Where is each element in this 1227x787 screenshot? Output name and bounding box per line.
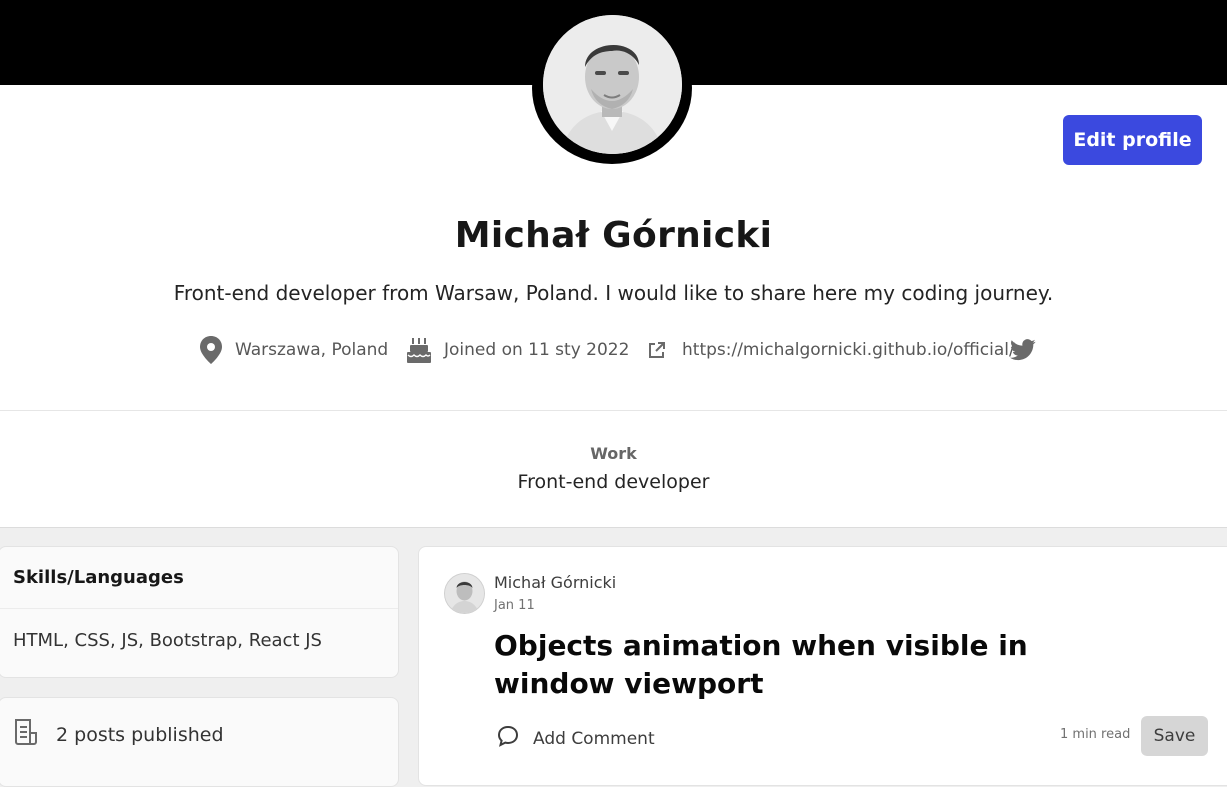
posts-published-text: 2 posts published	[56, 723, 224, 746]
profile-avatar	[543, 15, 682, 154]
stats-card: 2 posts published	[0, 697, 399, 787]
website-link[interactable]: https://michalgornicki.github.io/officia…	[682, 340, 1015, 360]
external-link-icon	[648, 341, 666, 359]
skills-title: Skills/Languages	[0, 547, 398, 609]
read-time: 1 min read	[1060, 727, 1131, 742]
meta-joined: Joined on 11 sty 2022	[406, 335, 629, 365]
location-pin-icon	[199, 335, 223, 365]
edit-profile-button[interactable]: Edit profile	[1063, 115, 1202, 165]
add-comment-label[interactable]: Add Comment	[533, 729, 655, 749]
twitter-icon[interactable]	[1010, 339, 1036, 361]
skills-card: Skills/Languages HTML, CSS, JS, Bootstra…	[0, 546, 399, 678]
save-button[interactable]: Save	[1141, 716, 1208, 756]
comment-bubble-icon	[496, 724, 520, 753]
work-value: Front-end developer	[517, 471, 710, 493]
skills-value: HTML, CSS, JS, Bootstrap, React JS	[13, 630, 322, 651]
post-date: Jan 11	[494, 598, 535, 613]
post-author-avatar[interactable]	[445, 574, 484, 613]
post-document-icon	[13, 718, 39, 751]
joined-text: Joined on 11 sty 2022	[444, 340, 630, 360]
post-author-name[interactable]: Michał Górnicki	[494, 573, 616, 592]
cake-icon	[406, 336, 432, 364]
work-label: Work	[590, 444, 637, 463]
profile-bio: Front-end developer from Warsaw, Poland.…	[173, 281, 1054, 305]
profile-divider	[0, 410, 1227, 411]
twitter-link[interactable]	[1010, 335, 1036, 365]
add-comment-button[interactable]: Add Comment	[496, 724, 655, 753]
post-title[interactable]: Objects animation when visible in window…	[494, 627, 1154, 703]
meta-location: Warszawa, Poland	[199, 335, 388, 365]
profile-name: Michał Górnicki	[454, 215, 773, 256]
posts-published-row: 2 posts published	[0, 698, 398, 751]
meta-website[interactable]: https://michalgornicki.github.io/officia…	[648, 335, 1015, 365]
location-text: Warszawa, Poland	[235, 340, 389, 360]
